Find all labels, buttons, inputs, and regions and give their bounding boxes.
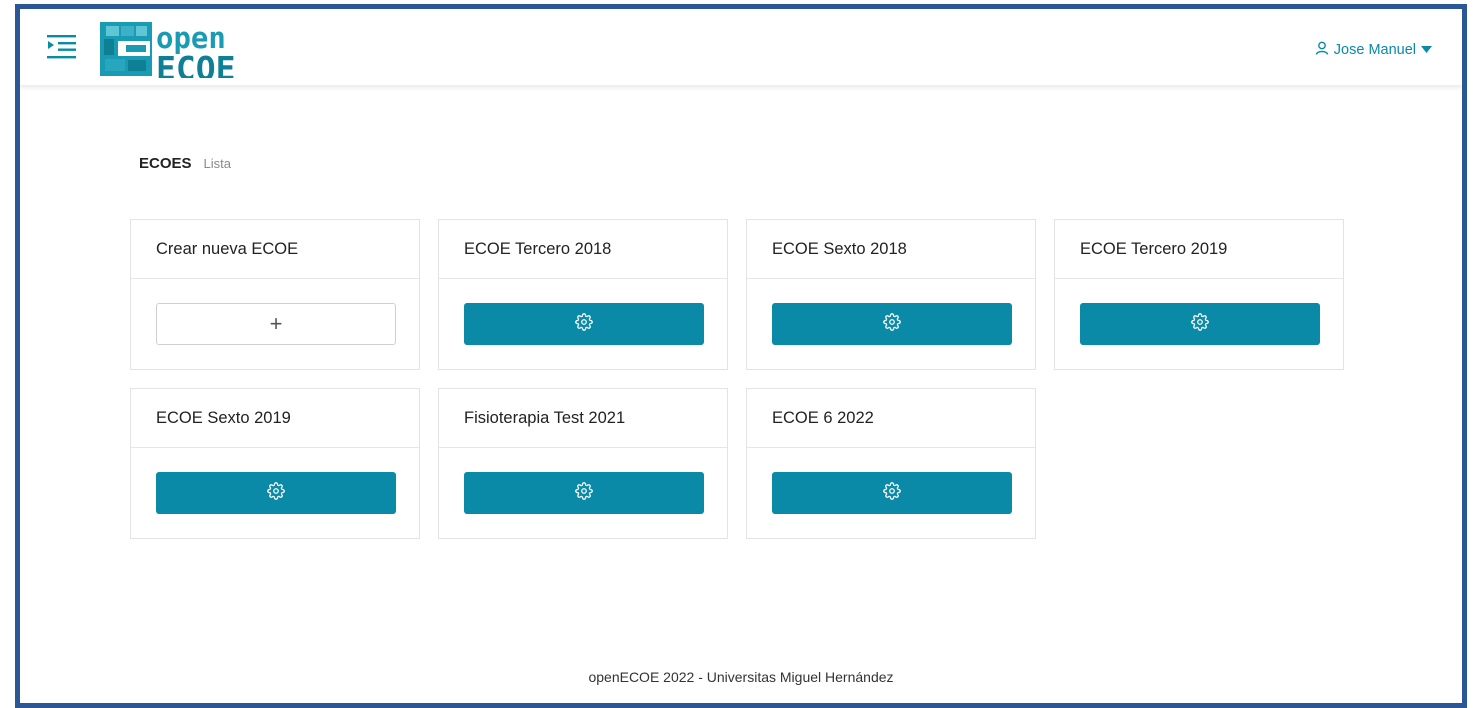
gear-icon bbox=[267, 481, 285, 505]
app-window: open ECOE Jose Manuel ECOES Lista Crear … bbox=[15, 4, 1467, 708]
gear-icon bbox=[575, 481, 593, 505]
openecoe-logo[interactable]: open ECOE bbox=[96, 18, 256, 88]
gear-icon bbox=[575, 312, 593, 336]
gear-icon bbox=[883, 312, 901, 336]
create-ecoe-button[interactable]: + bbox=[156, 303, 396, 345]
menu-toggle-icon[interactable] bbox=[47, 35, 77, 61]
logo-text-ecoe: ECOE bbox=[156, 49, 235, 78]
card-title: ECOE Tercero 2019 bbox=[1055, 220, 1343, 279]
user-name: Jose Manuel bbox=[1333, 42, 1416, 58]
card-title: ECOE Sexto 2019 bbox=[131, 389, 419, 448]
ecoe-settings-button[interactable] bbox=[464, 472, 704, 514]
ecoe-settings-button[interactable] bbox=[1080, 303, 1320, 345]
card-title: ECOE 6 2022 bbox=[747, 389, 1035, 448]
caret-down-icon bbox=[1421, 42, 1432, 58]
ecoe-card: ECOE Tercero 2019 bbox=[1054, 219, 1344, 370]
create-ecoe-card: Crear nueva ECOE + bbox=[130, 219, 420, 370]
ecoe-settings-button[interactable] bbox=[464, 303, 704, 345]
plus-icon: + bbox=[269, 311, 283, 336]
card-title: ECOE Sexto 2018 bbox=[747, 220, 1035, 279]
page-subtitle: Lista bbox=[203, 156, 231, 171]
card-title: Crear nueva ECOE bbox=[131, 220, 419, 279]
user-menu[interactable]: Jose Manuel bbox=[1315, 41, 1432, 59]
ecoe-settings-button[interactable] bbox=[772, 303, 1012, 345]
ecoe-card: ECOE 6 2022 bbox=[746, 388, 1036, 539]
page-title: ECOES bbox=[139, 155, 192, 172]
gear-icon bbox=[883, 481, 901, 505]
ecoe-card: ECOE Sexto 2018 bbox=[746, 219, 1036, 370]
user-icon bbox=[1315, 41, 1329, 59]
ecoe-card: ECOE Sexto 2019 bbox=[130, 388, 420, 539]
ecoe-settings-button[interactable] bbox=[156, 472, 396, 514]
ecoe-card: Fisioterapia Test 2021 bbox=[438, 388, 728, 539]
ecoe-settings-button[interactable] bbox=[772, 472, 1012, 514]
card-title: Fisioterapia Test 2021 bbox=[439, 389, 727, 448]
breadcrumb: ECOES Lista bbox=[139, 155, 231, 172]
footer: openECOE 2022 - Universitas Miguel Herná… bbox=[588, 669, 894, 685]
card-title: ECOE Tercero 2018 bbox=[439, 220, 727, 279]
top-navbar: open ECOE Jose Manuel bbox=[20, 9, 1462, 88]
ecoe-card: ECOE Tercero 2018 bbox=[438, 219, 728, 370]
ecoe-card-grid: Crear nueva ECOE + ECOE Tercero 2018 ECO… bbox=[130, 219, 1360, 549]
gear-icon bbox=[1191, 312, 1209, 336]
